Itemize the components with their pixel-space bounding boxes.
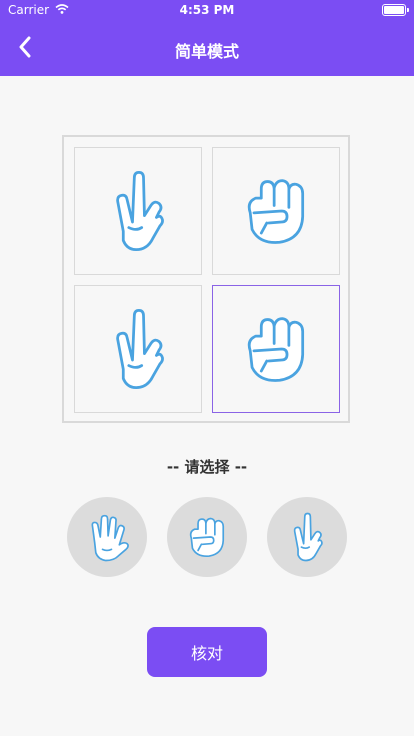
choice-rock-button[interactable] — [167, 497, 247, 577]
status-time: 4:53 PM — [179, 3, 235, 17]
grid-cell[interactable] — [74, 285, 202, 413]
paper-hand-icon — [91, 514, 129, 562]
nav-bar: 简单模式 — [0, 20, 414, 76]
page-title: 简单模式 — [174, 42, 239, 61]
scissors-hand-icon — [116, 170, 164, 252]
battery-icon — [382, 4, 409, 16]
rock-hand-icon — [247, 179, 305, 244]
grid-cell-selected[interactable] — [212, 285, 340, 413]
scissors-hand-icon — [293, 512, 323, 562]
confirm-button[interactable]: 核对 — [147, 627, 267, 677]
choice-paper-button[interactable] — [67, 497, 147, 577]
choice-scissors-button[interactable] — [267, 497, 347, 577]
choose-prompt: -- 请选择 -- — [166, 458, 248, 476]
result-grid — [62, 135, 350, 423]
rock-hand-icon — [247, 317, 305, 382]
grid-cell[interactable] — [74, 147, 202, 275]
grid-cell[interactable] — [212, 147, 340, 275]
rock-hand-icon — [189, 517, 225, 558]
status-bar: Carrier 4:53 PM — [0, 0, 414, 20]
scissors-hand-icon — [116, 308, 164, 390]
